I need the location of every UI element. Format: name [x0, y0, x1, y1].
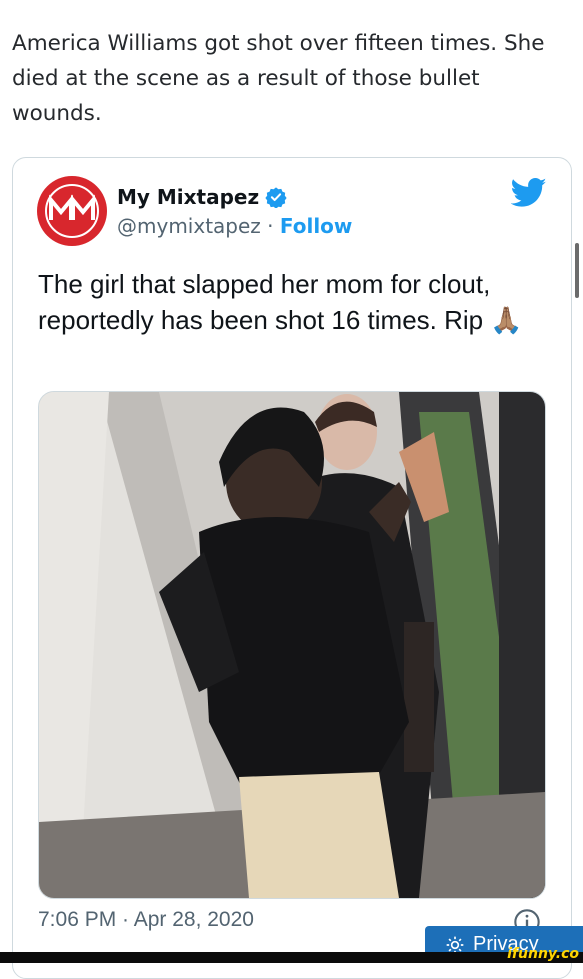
tweet-media-photo[interactable]: [38, 391, 546, 899]
author-name-text: My Mixtapez: [117, 185, 260, 209]
post-caption: America Williams got shot over fifteen t…: [12, 31, 545, 126]
author-handle[interactable]: @mymixtapez: [117, 214, 261, 238]
photo-two-women-in-hallway: [39, 392, 545, 898]
verified-badge-icon: [265, 187, 287, 208]
twitter-bird-icon[interactable]: [511, 178, 547, 208]
tweet-body: The girl that slapped her mom for clout,…: [38, 269, 491, 335]
avatar[interactable]: [37, 176, 107, 246]
follow-button[interactable]: Follow: [280, 214, 353, 238]
tweet-text: The girl that slapped her mom for clout,…: [38, 266, 538, 338]
praying-hands-emoji: 🙏🏽: [490, 305, 523, 335]
mymixtapez-logo-icon: [38, 177, 106, 245]
embedded-tweet-card[interactable]: My Mixtapez @mymixtapez · Follow The gir…: [12, 157, 572, 979]
author-name[interactable]: My Mixtapez: [117, 185, 287, 209]
tweet-timestamp[interactable]: 7:06 PM · Apr 28, 2020: [38, 908, 254, 932]
ifunny-watermark: ifunny.co: [507, 946, 579, 962]
separator: ·: [260, 214, 280, 238]
scrollbar[interactable]: [575, 243, 579, 298]
handle-line: @mymixtapez · Follow: [117, 214, 352, 238]
watermark-bar: [0, 952, 583, 963]
